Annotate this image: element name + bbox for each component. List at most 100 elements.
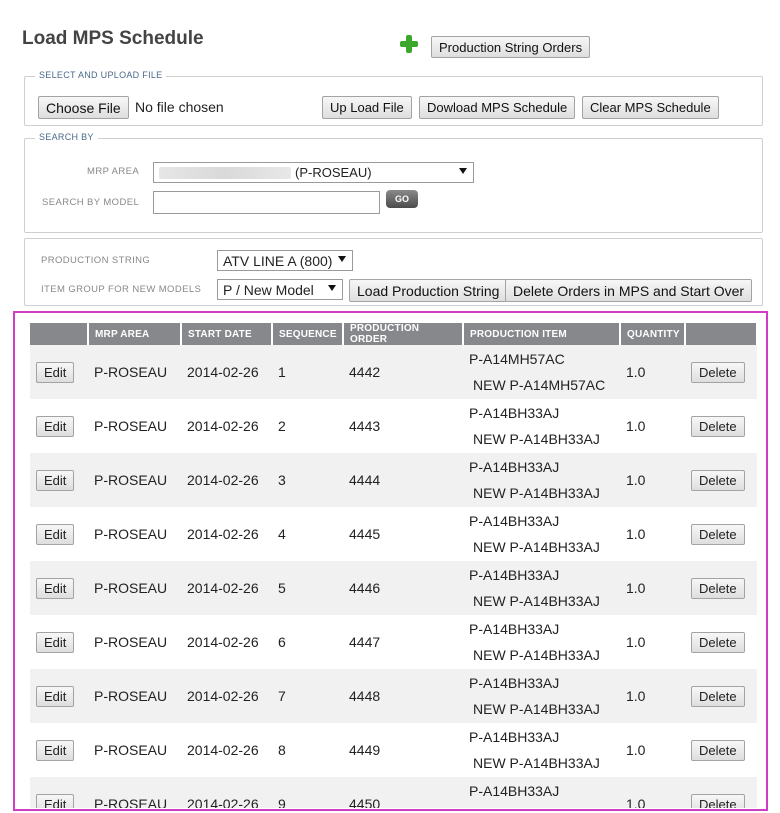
quantity-cell: 1.0: [620, 561, 685, 615]
clear-mps-schedule-button[interactable]: Clear MPS Schedule: [582, 96, 719, 119]
add-icon[interactable]: [399, 34, 419, 54]
mrp-area-cell: P-ROSEAU: [88, 453, 181, 507]
sequence-cell: 9: [272, 777, 343, 808]
column-header: MRP AREA: [88, 323, 182, 345]
column-header: QUANTITY: [620, 323, 686, 345]
production-item-cell: P-A14BH33AJ NEW P-A14BH33AJ: [463, 507, 620, 561]
mrp-area-cell: P-ROSEAU: [88, 669, 181, 723]
delete-button[interactable]: Delete: [691, 577, 745, 599]
quantity-cell: 1.0: [626, 418, 646, 434]
production-order-cell: 4444: [343, 453, 463, 507]
production-item-new-code: NEW P-A14BH33AJ: [473, 485, 600, 501]
start-date-cell: 2014-02-26: [181, 345, 272, 399]
delete-button[interactable]: Delete: [691, 631, 745, 653]
mrp-area-cell: P-ROSEAU: [88, 345, 181, 399]
edit-cell: Edit: [30, 777, 88, 808]
item-group-select[interactable]: P / New Model: [217, 279, 343, 300]
production-item-code: P-A14BH33AJ: [469, 513, 560, 529]
delete-button[interactable]: Delete: [691, 685, 745, 707]
orders-table-container[interactable]: MRP AREA START DATE SEQUENCE PRODUCTION …: [30, 323, 757, 808]
production-string-orders-button[interactable]: Production String Orders: [431, 36, 591, 58]
production-item-new-code: NEW P-A14BH33AJ: [473, 593, 600, 609]
search-by-model-input[interactable]: [153, 191, 380, 214]
edit-button[interactable]: Edit: [36, 793, 75, 808]
production-item-code: P-A14BH33AJ: [469, 783, 560, 799]
redacted-text: [159, 166, 291, 179]
quantity-cell: 1.0: [620, 453, 685, 507]
mrp-area-select[interactable]: (P-ROSEAU): [153, 162, 474, 183]
delete-button[interactable]: Delete: [691, 469, 745, 491]
start-date-cell: 2014-02-26: [187, 742, 259, 758]
edit-button[interactable]: Edit: [36, 361, 75, 383]
go-button[interactable]: GO: [386, 190, 418, 208]
edit-button[interactable]: Edit: [36, 631, 75, 653]
sequence-cell: 3: [272, 453, 343, 507]
search-fieldset: SEARCH BY: [24, 132, 763, 233]
delete-button[interactable]: Delete: [691, 523, 745, 545]
mrp-area-cell: P-ROSEAU: [88, 561, 181, 615]
orders-table: MRP AREA START DATE SEQUENCE PRODUCTION …: [30, 323, 757, 808]
production-order-cell: 4448: [343, 669, 463, 723]
delete-cell: Delete: [685, 399, 757, 453]
production-item-code: P-A14BH33AJ: [469, 621, 560, 637]
edit-button[interactable]: Edit: [36, 523, 75, 545]
sequence-cell: 7: [272, 669, 343, 723]
edit-button[interactable]: Edit: [36, 469, 75, 491]
upload-file-button[interactable]: Up Load File: [322, 96, 412, 119]
item-group-value: P / New Model: [223, 281, 314, 298]
quantity-cell: 1.0: [626, 526, 646, 542]
production-item-new-code: NEW P-A14BH33AJ: [473, 539, 600, 555]
sequence-cell: 8: [278, 742, 286, 758]
production-item-new-code: NEW P-A14BH33AJ: [473, 647, 600, 663]
edit-button[interactable]: Edit: [36, 739, 75, 761]
mrp-area-cell: P-ROSEAU: [94, 634, 168, 650]
production-string-value: ATV LINE A (800): [223, 252, 333, 269]
production-item-code: P-A14BH33AJ: [469, 405, 560, 421]
production-item-cell: P-A14BH33AJ NEW P-A14BH33AJ: [463, 615, 620, 669]
edit-button[interactable]: Edit: [36, 415, 75, 437]
quantity-cell: 1.0: [620, 669, 685, 723]
page-title: Load MPS Schedule: [22, 28, 204, 49]
delete-button[interactable]: Delete: [691, 793, 745, 808]
quantity-cell: 1.0: [620, 345, 685, 399]
start-date-cell: 2014-02-26: [181, 453, 272, 507]
mrp-area-cell: P-ROSEAU: [88, 777, 181, 808]
delete-orders-start-over-button[interactable]: Delete Orders in MPS and Start Over: [505, 279, 753, 302]
search-legend: SEARCH BY: [35, 132, 98, 142]
choose-file-button[interactable]: Choose File: [38, 96, 129, 119]
delete-button[interactable]: Delete: [691, 361, 745, 383]
start-date-cell: 2014-02-26: [181, 561, 272, 615]
delete-button[interactable]: Delete: [691, 739, 745, 761]
table-row: Edit P-ROSEAU 2014-02-26 5 4446 P-A14BH33AJ NE…: [30, 561, 757, 615]
production-order-cell: 4445: [349, 526, 381, 542]
column-header: SEQUENCE: [272, 323, 344, 345]
production-item-new-code: NEW P-A14MH57AC: [473, 377, 606, 393]
table-row: Edit P-ROSEAU 2014-02-26 7 4448 P-A14BH33AJ NE…: [30, 669, 757, 723]
mrp-area-cell: P-ROSEAU: [94, 742, 168, 758]
table-row: Edit P-ROSEAU 2014-02-26 6 4447 P-A14BH33AJ NE…: [30, 615, 757, 669]
download-mps-schedule-button[interactable]: Dowload MPS Schedule: [419, 96, 576, 119]
table-row: Edit P-ROSEAU 2014-02-26 4 4445 P-A14BH33AJ NE…: [30, 507, 757, 561]
edit-cell: Edit: [30, 669, 88, 723]
production-item-cell: P-A14BH33AJ NEW P-A14BH33AJ: [463, 777, 620, 808]
load-production-string-button[interactable]: Load Production String: [349, 279, 508, 302]
delete-cell: Delete: [685, 507, 757, 561]
table-row: Edit P-ROSEAU 2014-02-26 1 4442 P-A14MH57AC NE…: [30, 345, 757, 399]
edit-cell: Edit: [30, 507, 88, 561]
edit-cell: Edit: [30, 561, 88, 615]
production-string-select[interactable]: ATV LINE A (800): [217, 250, 353, 271]
sequence-cell: 4: [278, 526, 286, 542]
mrp-area-label: MRP AREA: [87, 166, 140, 177]
start-date-cell: 2014-02-26: [187, 526, 259, 542]
edit-button[interactable]: Edit: [36, 685, 75, 707]
production-order-cell: 4450: [343, 777, 463, 808]
production-order-cell: 4449: [349, 742, 381, 758]
table-row: Edit P-ROSEAU 2014-02-26 2 4443 P-A14BH33AJ NE…: [30, 399, 757, 453]
dropdown-arrow-icon: [338, 256, 346, 262]
start-date-cell: 2014-02-26: [187, 634, 259, 650]
production-string-label: PRODUCTION STRING: [41, 255, 151, 266]
edit-button[interactable]: Edit: [36, 577, 75, 599]
production-item-cell: P-A14BH33AJ NEW P-A14BH33AJ: [463, 723, 620, 777]
edit-cell: Edit: [30, 399, 88, 453]
delete-button[interactable]: Delete: [691, 415, 745, 437]
